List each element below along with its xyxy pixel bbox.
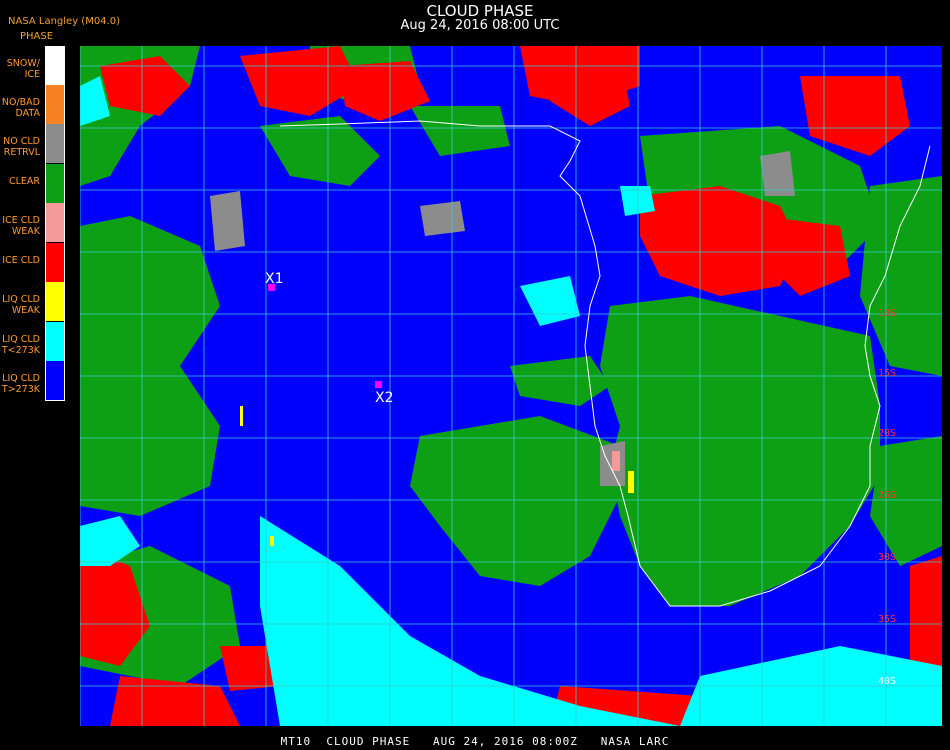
legend-label: ICE CLD: [2, 255, 40, 266]
legend-label: LIQ CLD T>273K: [1, 373, 40, 395]
legend-label: NO CLD RETRVL: [3, 136, 40, 158]
legend-label: ICE CLD WEAK: [2, 215, 40, 237]
legend-label: CLEAR: [8, 176, 40, 187]
legend-label: SNOW/ ICE: [6, 58, 40, 80]
map-svg: X1 X2 10S 15S 20S 25S 30S 35S 40S: [80, 46, 942, 726]
cloud-phase-map: X1 X2 10S 15S 20S 25S 30S 35S 40S: [80, 46, 942, 726]
legend-label: NO/BAD DATA: [1, 97, 40, 119]
legend-title: PHASE: [20, 31, 54, 42]
lat-label-25s: 25S: [878, 490, 896, 501]
date-time-label: Aug 24, 2016 08:00 UTC: [400, 18, 560, 33]
weak-ice-cloud-regions: [612, 451, 620, 471]
organization-label: NASA Langley (M04.0): [8, 16, 120, 27]
footer-caption: MT10 CLOUD PHASE AUG 24, 2016 08:00Z NAS…: [280, 735, 670, 748]
lat-label-15s: 15S: [878, 368, 896, 379]
marker-label: X1: [265, 271, 284, 287]
marker-label: X2: [375, 390, 394, 406]
legend-label: LIQ CLD T<273K: [1, 334, 40, 356]
legend-frame: [45, 46, 65, 401]
lat-label-35s: 35S: [878, 614, 896, 625]
legend-label: LIQ CLD WEAK: [2, 294, 40, 316]
lat-label-10s: 10S: [878, 308, 896, 319]
lat-label-40s: 40S: [878, 676, 896, 687]
lat-label-30s: 30S: [878, 552, 896, 563]
marker-point: [375, 381, 382, 388]
lat-label-20s: 20S: [878, 428, 896, 439]
